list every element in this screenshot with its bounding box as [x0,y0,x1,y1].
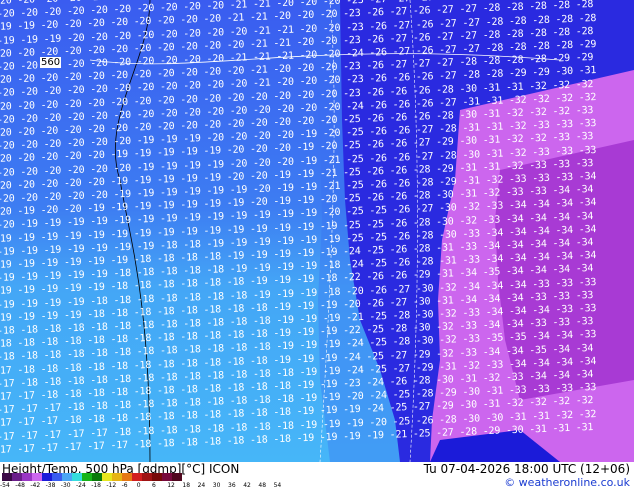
colorbar-tick: 48 [258,482,267,489]
colorbar-segment [42,473,52,481]
colorbar-segment [82,473,92,481]
colorbar-segment [102,473,112,481]
colorbar-segment [22,473,32,481]
colorbar-segment [162,473,172,481]
colorbar-segment [112,473,122,481]
credit-link[interactable]: © weatheronline.co.uk [504,477,630,489]
colorbar-tick: -42 [30,482,41,489]
valid-time: Tu 07-04-2026 18:00 UTC (12+06) [423,462,630,476]
colorbar-tick: -38 [45,482,56,489]
colorbar [2,473,182,481]
colorbar-tick: -12 [106,482,117,489]
map-footer: Height/Temp. 500 hPa [gdmp][°C] ICON Tu … [0,462,634,490]
colorbar-segment [92,473,102,481]
colorbar-tick: -48 [15,482,25,489]
colorbar-segment [122,473,132,481]
colorbar-segment [132,473,142,481]
colorbar-segment [152,473,162,481]
colorbar-tick: -54 [0,482,10,489]
colorbar-tick: 0 [136,482,141,489]
colorbar-segment [72,473,82,481]
colorbar-tick: -18 [91,482,101,489]
colorbar-segment [52,473,62,481]
colorbar-segment [32,473,42,481]
colorbar-segment [172,473,182,481]
colorbar-segment [2,473,12,481]
colorbar-tick: 18 [182,482,191,489]
colorbar-tick: 36 [228,482,236,489]
colorbar-tick: 12 [167,482,175,489]
map-area: -20 -20 -20 -20 -20 -20 -20 -20 -20 -20 … [0,0,634,462]
colorbar-tick: -6 [121,482,128,489]
colorbar-segment [142,473,152,481]
colorbar-tick: 24 [197,482,206,489]
colorbar-segment [12,473,22,481]
colorbar-tick: -30 [60,482,71,489]
colorbar-tick: 54 [273,482,282,489]
colorbar-tick: 42 [243,482,251,489]
colorbar-tick: -24 [76,482,86,489]
colorbar-tick: 6 [152,482,156,489]
contour-label: 560 [40,57,62,68]
colorbar-segment [62,473,72,481]
colorbar-tick: 30 [212,482,221,489]
